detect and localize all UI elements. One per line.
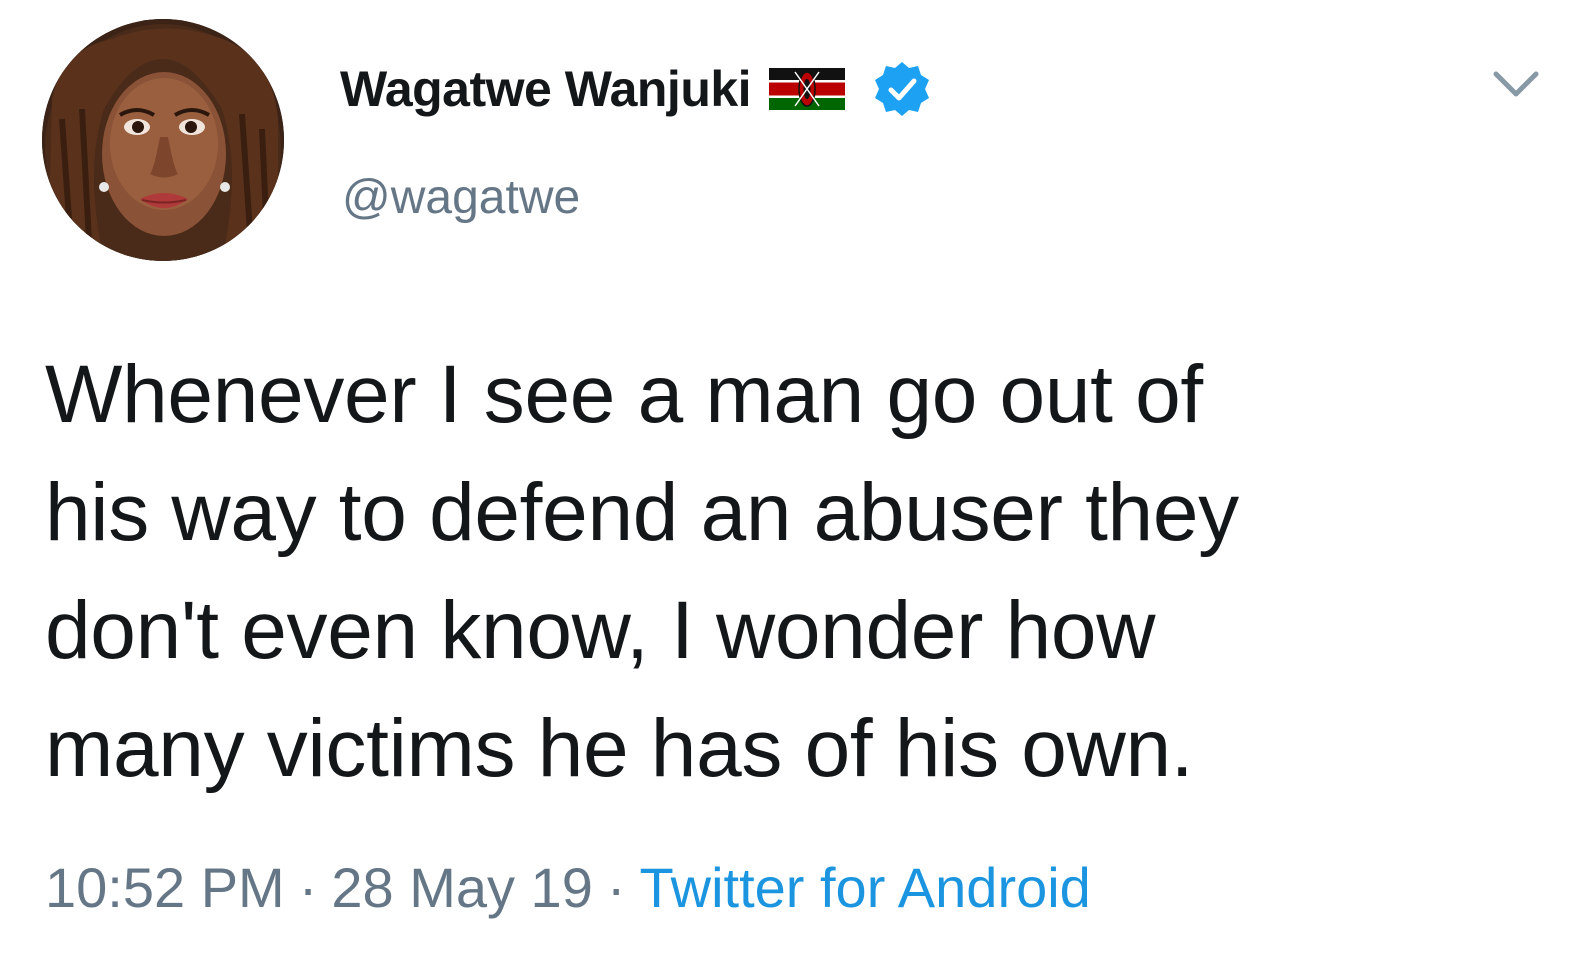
author-handle[interactable]: @wagatwe	[342, 170, 580, 225]
tweet-card: Wagatwe Wanjuki @wagatwe Whenever I see …	[0, 0, 1580, 960]
tweet-text: Whenever I see a man go out of his way t…	[45, 336, 1525, 808]
tweet-text-line: Whenever I see a man go out of	[45, 349, 1203, 440]
tweet-text-line: many victims he has of his own.	[45, 703, 1194, 794]
tweet-date[interactable]: 28 May 19	[331, 855, 593, 920]
verified-badge-icon	[873, 60, 931, 118]
tweet-time[interactable]: 10:52 PM	[45, 855, 285, 920]
tweet-source-link[interactable]: Twitter for Android	[640, 855, 1091, 920]
chevron-down-icon[interactable]	[1490, 64, 1542, 104]
author-name-row: Wagatwe Wanjuki	[340, 56, 931, 122]
tweet-text-line: his way to defend an abuser they	[45, 467, 1239, 558]
kenya-flag-icon	[769, 68, 846, 110]
tweet-meta: 10:52 PM · 28 May 19 · Twitter for Andro…	[45, 852, 1091, 922]
avatar[interactable]	[42, 19, 284, 261]
author-display-name[interactable]: Wagatwe Wanjuki	[340, 60, 752, 118]
tweet-text-line: don't even know, I wonder how	[45, 585, 1156, 676]
meta-separator: ·	[606, 855, 626, 919]
meta-separator: ·	[298, 855, 318, 919]
